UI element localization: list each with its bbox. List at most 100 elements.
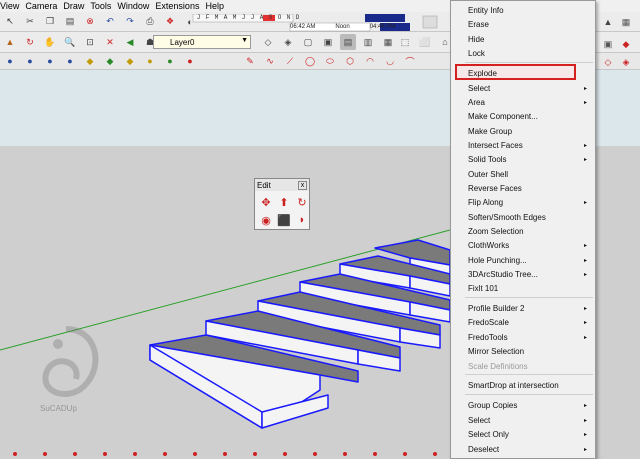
- menu-item-make-component[interactable]: Make Component...: [451, 109, 595, 123]
- menu-item-intersect-faces[interactable]: Intersect Faces ▸: [451, 138, 595, 152]
- toolbar-scroll-icon[interactable]: ▲: [600, 14, 616, 30]
- menu-extensions[interactable]: Extensions: [155, 1, 205, 11]
- ext-tool-icon[interactable]: ●: [42, 53, 58, 69]
- ext-tool-icon[interactable]: ●: [142, 53, 158, 69]
- pan-icon[interactable]: ✋: [42, 34, 58, 50]
- ext-tool-icon[interactable]: ●: [62, 53, 78, 69]
- menu-window[interactable]: Window: [117, 1, 155, 11]
- undo-icon[interactable]: ↶: [102, 14, 118, 30]
- month-label: M: [232, 14, 237, 21]
- menu-item-entity-info[interactable]: Entity Info: [451, 3, 595, 17]
- back-edges-icon[interactable]: ◈: [280, 34, 296, 50]
- previous-view-icon[interactable]: ◀: [122, 34, 138, 50]
- paint-bucket-icon[interactable]: ▲: [2, 34, 18, 50]
- menu-item-label: Select: [468, 415, 491, 425]
- menu-item-clothworks[interactable]: ClothWorks ▸: [451, 238, 595, 252]
- menu-item-soften-smooth[interactable]: Soften/Smooth Edges: [451, 210, 595, 224]
- top-view-icon[interactable]: ⬜: [417, 34, 433, 50]
- xray-icon[interactable]: ◇: [260, 34, 276, 50]
- bezier-icon[interactable]: ⌒: [402, 53, 418, 69]
- menu-help[interactable]: Help: [205, 1, 230, 11]
- move-icon[interactable]: ✥: [258, 194, 274, 210]
- zoom-extents-icon[interactable]: ✕: [102, 34, 118, 50]
- menu-item-fixit-101[interactable]: Fixlt 101: [451, 281, 595, 295]
- paste-icon[interactable]: ▤: [62, 14, 78, 30]
- menu-item-select-2[interactable]: Select ▸: [451, 413, 595, 427]
- ext-tool-icon[interactable]: ◆: [102, 53, 118, 69]
- ext-tool-icon[interactable]: ●: [162, 53, 178, 69]
- scale-icon[interactable]: ⬛: [276, 212, 292, 228]
- pencil-icon[interactable]: ✎: [242, 53, 258, 69]
- menu-item-hide[interactable]: Hide: [451, 32, 595, 46]
- hidden-line-icon[interactable]: ▣: [320, 34, 336, 50]
- menu-item-flip-along[interactable]: Flip Along ▸: [451, 195, 595, 209]
- shaded-icon[interactable]: ▤: [340, 34, 356, 50]
- menu-item-select[interactable]: Select ▸: [451, 81, 595, 95]
- layer-tool-icon[interactable]: ▦: [618, 14, 634, 30]
- menu-item-lock[interactable]: Lock: [451, 46, 595, 60]
- wireframe-icon[interactable]: ▢: [300, 34, 316, 50]
- menu-item-solid-tools[interactable]: Solid Tools ▸: [451, 152, 595, 166]
- menu-item-deselect[interactable]: Deselect ▸: [451, 442, 595, 456]
- ext-tool-icon[interactable]: ◆: [122, 53, 138, 69]
- menu-view[interactable]: View: [0, 1, 25, 11]
- menu-tools[interactable]: Tools: [90, 1, 117, 11]
- extension-tool-icon[interactable]: ◇: [600, 54, 616, 70]
- ellipse-icon[interactable]: ⬭: [322, 53, 338, 69]
- curve-icon[interactable]: ∿: [262, 53, 278, 69]
- menu-camera[interactable]: Camera: [25, 1, 63, 11]
- print-icon[interactable]: ⎙: [142, 14, 158, 30]
- zoom-icon[interactable]: 🔍: [62, 34, 78, 50]
- edit-panel-header[interactable]: Edit x: [255, 179, 309, 191]
- arc2-icon[interactable]: ◡: [382, 53, 398, 69]
- menu-item-scale-definitions[interactable]: Scale Definitions: [451, 359, 595, 373]
- menu-item-3darcstudio-tree[interactable]: 3DArcStudio Tree... ▸: [451, 267, 595, 281]
- push-pull-icon[interactable]: ⬆: [276, 194, 292, 210]
- scissors-icon[interactable]: ✂: [22, 14, 38, 30]
- menu-item-make-group[interactable]: Make Group: [451, 124, 595, 138]
- copy-icon[interactable]: ❐: [42, 14, 58, 30]
- arc-icon[interactable]: ◠: [362, 53, 378, 69]
- close-icon[interactable]: x: [298, 180, 307, 190]
- ext-tool-icon[interactable]: ◆: [82, 53, 98, 69]
- textured-icon[interactable]: ▥: [360, 34, 376, 50]
- extension-tool-icon[interactable]: ◆: [618, 36, 634, 52]
- menu-item-explode[interactable]: Explode: [451, 66, 595, 80]
- menu-item-mirror-selection[interactable]: Mirror Selection: [451, 344, 595, 358]
- shape-icon[interactable]: ⬡: [342, 53, 358, 69]
- menu-item-smartdrop[interactable]: SmartDrop at intersection: [451, 378, 595, 392]
- circle-icon[interactable]: ◯: [302, 53, 318, 69]
- menu-item-outer-shell[interactable]: Outer Shell: [451, 167, 595, 181]
- extension-tool-icon[interactable]: ▣: [600, 36, 616, 52]
- menu-item-fredotools[interactable]: FredoTools ▸: [451, 330, 595, 344]
- monochrome-icon[interactable]: ▦: [380, 34, 396, 50]
- iso-view-icon[interactable]: ⬚: [397, 34, 413, 50]
- rotate-icon[interactable]: ↻: [294, 194, 310, 210]
- menu-item-group-copies[interactable]: Group Copies ▸: [451, 398, 595, 412]
- ext-tool-icon[interactable]: ●: [182, 53, 198, 69]
- menu-item-profile-builder[interactable]: Profile Builder 2 ▸: [451, 301, 595, 315]
- menu-item-area[interactable]: Area ▸: [451, 95, 595, 109]
- menu-item-fredoscale[interactable]: FredoScale ▸: [451, 315, 595, 329]
- select-tool-icon[interactable]: ↖: [2, 14, 18, 30]
- offset-icon[interactable]: ◗: [294, 212, 310, 228]
- menu-item-hole-punching[interactable]: Hole Punching... ▸: [451, 253, 595, 267]
- polyline-icon[interactable]: ⟋: [282, 53, 298, 69]
- layer-dropdown[interactable]: Layer0 ▼: [153, 35, 251, 49]
- extension-tool-icon[interactable]: ◈: [618, 54, 634, 70]
- ext-tool-icon[interactable]: ●: [22, 53, 38, 69]
- follow-me-icon[interactable]: ◉: [258, 212, 274, 228]
- zoom-window-icon[interactable]: ⊡: [82, 34, 98, 50]
- menu-item-reverse-faces[interactable]: Reverse Faces: [451, 181, 595, 195]
- menu-item-zoom-selection[interactable]: Zoom Selection: [451, 224, 595, 238]
- menu-item-erase[interactable]: Erase: [451, 17, 595, 31]
- redo-icon[interactable]: ↷: [122, 14, 138, 30]
- menu-item-label: FredoScale: [468, 317, 509, 327]
- orbit-icon[interactable]: ↻: [22, 34, 38, 50]
- bottom-tool-icons[interactable]: [0, 446, 450, 459]
- ext-tool-icon[interactable]: ●: [2, 53, 18, 69]
- menu-item-label: SmartDrop at intersection: [468, 380, 559, 390]
- erase-icon[interactable]: ⊗: [82, 14, 98, 30]
- menu-item-select-only[interactable]: Select Only ▸: [451, 427, 595, 441]
- menu-draw[interactable]: Draw: [63, 1, 90, 11]
